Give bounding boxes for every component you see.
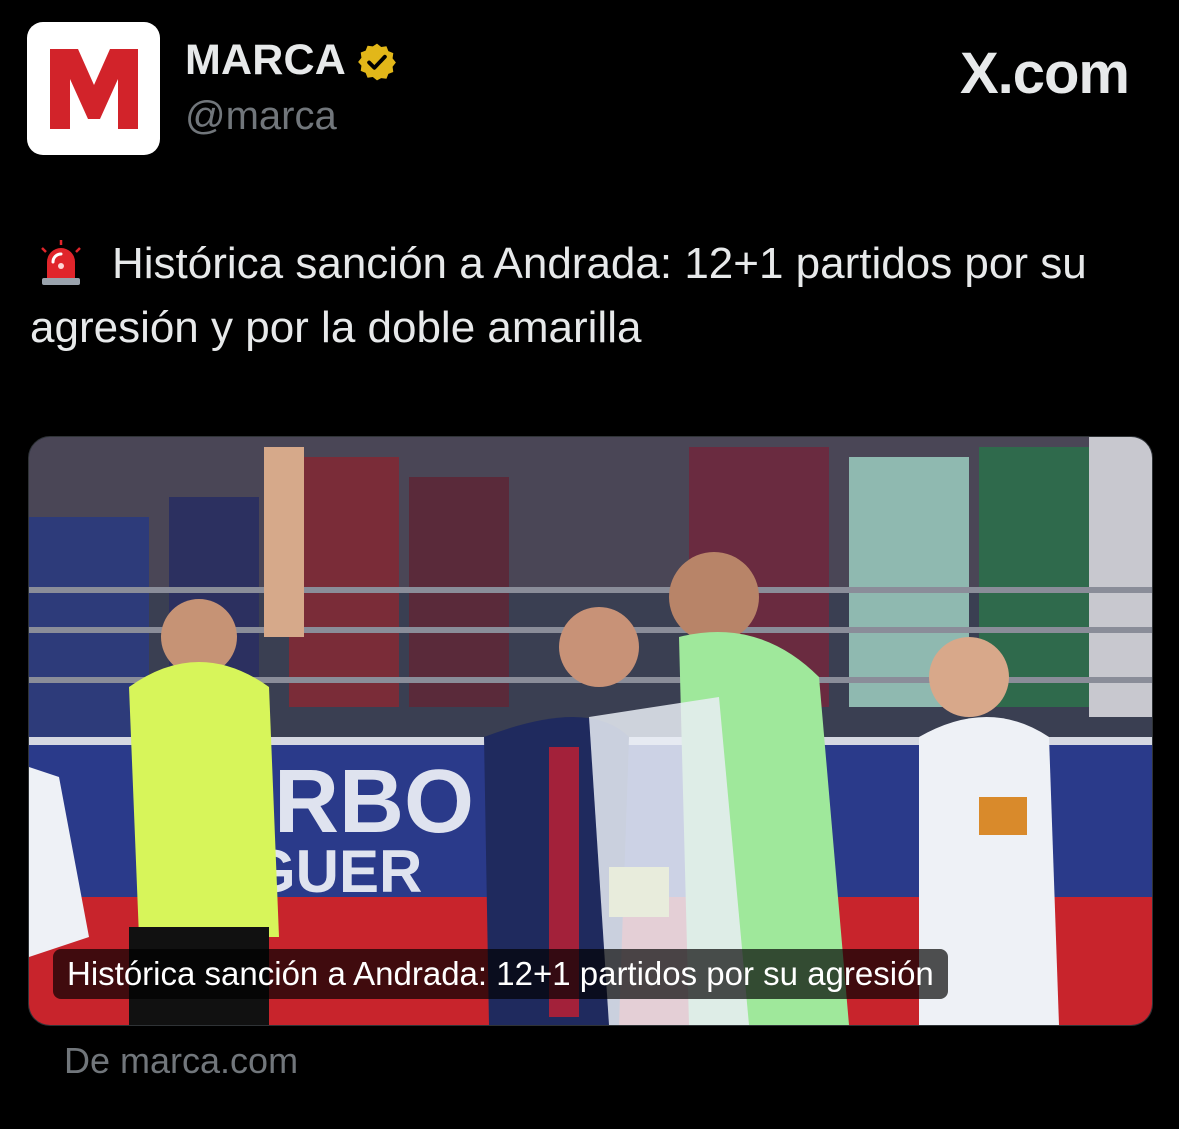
avatar[interactable]: [27, 22, 160, 155]
card-caption: Histórica sanción a Andrada: 12+1 partid…: [53, 949, 948, 999]
tweet-text: Histórica sanción a Andrada: 12+1 partid…: [30, 232, 1140, 360]
marca-logo-icon: [49, 48, 138, 129]
verified-badge-icon: [358, 43, 396, 80]
author-name-row[interactable]: MARCA: [185, 36, 398, 85]
x-com-brand: X.com: [959, 41, 1130, 106]
account-handle[interactable]: @marca: [185, 94, 337, 139]
rotating-light-icon: [41, 240, 81, 285]
link-card[interactable]: ARBO GUER Histórica sanción a Andrada: 1…: [28, 436, 1153, 1026]
article-photo: ARBO GUER: [29, 437, 1152, 1025]
card-source-link[interactable]: De marca.com: [64, 1040, 298, 1082]
tweet-body: Histórica sanción a Andrada: 12+1 partid…: [30, 239, 1087, 352]
display-name[interactable]: MARCA: [185, 36, 346, 85]
